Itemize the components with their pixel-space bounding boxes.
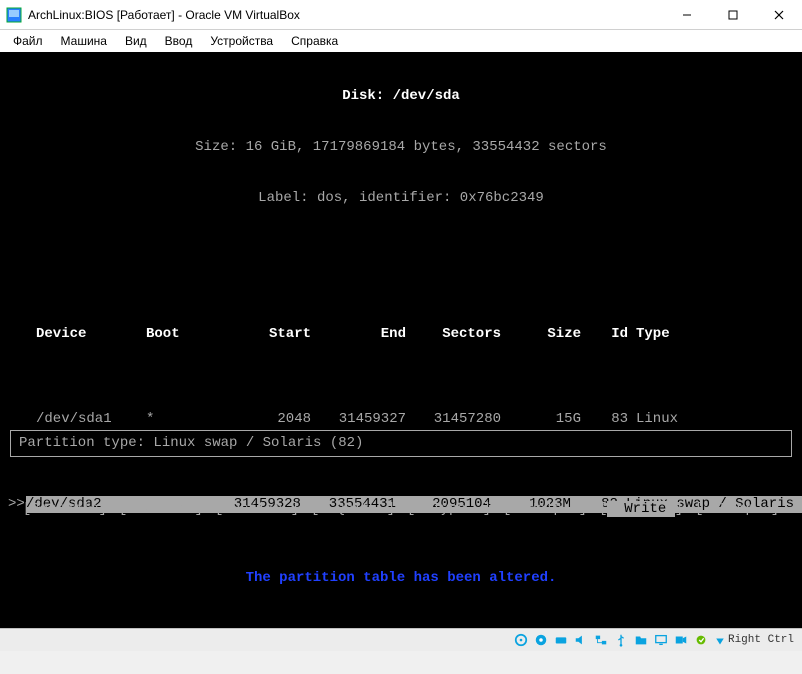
btn-write[interactable]: [ Write ] <box>599 501 683 518</box>
disk-header: Disk: /dev/sda <box>8 88 794 105</box>
close-button[interactable] <box>756 0 802 30</box>
hostkey-indicator[interactable]: Right Ctrl <box>712 632 798 649</box>
display-icon[interactable] <box>652 631 670 649</box>
btn-type[interactable]: [ Type ] <box>407 501 491 518</box>
col-end: End <box>311 326 406 343</box>
menu-file[interactable]: Файл <box>4 32 52 50</box>
capture-icon[interactable] <box>692 631 710 649</box>
menu-machine[interactable]: Машина <box>52 32 116 50</box>
minimize-button[interactable] <box>664 0 710 30</box>
btn-quit[interactable]: [ Quit ] <box>311 501 395 518</box>
col-boot: Boot <box>146 326 216 343</box>
col-type: Type <box>636 326 794 343</box>
col-sectors: Sectors <box>406 326 501 343</box>
network-icon[interactable] <box>592 631 610 649</box>
shared-folder-icon[interactable] <box>632 631 650 649</box>
menu-bar: Файл Машина Вид Ввод Устройства Справка <box>0 30 802 52</box>
disk-size-line: Size: 16 GiB, 17179869184 bytes, 3355443… <box>8 139 794 156</box>
vm-console[interactable]: Disk: /dev/sda Size: 16 GiB, 17179869184… <box>0 52 802 651</box>
disk-label-line: Label: dos, identifier: 0x76bc2349 <box>8 190 794 207</box>
menu-input[interactable]: Ввод <box>156 32 202 50</box>
hdd-icon[interactable] <box>512 631 530 649</box>
col-id: Id <box>581 326 636 343</box>
btn-delete[interactable]: [ Delete ] <box>119 501 203 518</box>
btn-bootable[interactable]: [Bootable] <box>23 501 107 518</box>
partition-info-box: Partition type: Linux swap / Solaris (82… <box>10 430 792 457</box>
recording-icon[interactable] <box>672 631 690 649</box>
col-size: Size <box>501 326 581 343</box>
vm-statusbar: Right Ctrl <box>0 628 802 651</box>
maximize-button[interactable] <box>710 0 756 30</box>
window-titlebar: ArchLinux:BIOS [Работает] - Oracle VM Vi… <box>0 0 802 30</box>
audio-icon[interactable] <box>572 631 590 649</box>
menu-devices[interactable]: Устройства <box>201 32 282 50</box>
btn-resize[interactable]: [ Resize ] <box>215 501 299 518</box>
btn-dump[interactable]: [ Dump ] <box>695 501 779 518</box>
cfdisk-buttons: [Bootable] [ Delete ] [ Resize ] [ Quit … <box>8 501 794 518</box>
menu-help[interactable]: Справка <box>282 32 347 50</box>
menu-view[interactable]: Вид <box>116 32 156 50</box>
col-device: Device <box>36 326 146 343</box>
btn-help[interactable]: [ Help ] <box>503 501 587 518</box>
col-start: Start <box>216 326 311 343</box>
window-title: ArchLinux:BIOS [Работает] - Oracle VM Vi… <box>28 8 664 22</box>
usb-icon[interactable] <box>612 631 630 649</box>
partition-header-row: Device Boot Start End Sectors Size Id Ty… <box>8 326 794 343</box>
disk-icon[interactable] <box>552 631 570 649</box>
optical-icon[interactable] <box>532 631 550 649</box>
status-message: The partition table has been altered. <box>8 570 794 587</box>
app-icon <box>6 7 22 23</box>
